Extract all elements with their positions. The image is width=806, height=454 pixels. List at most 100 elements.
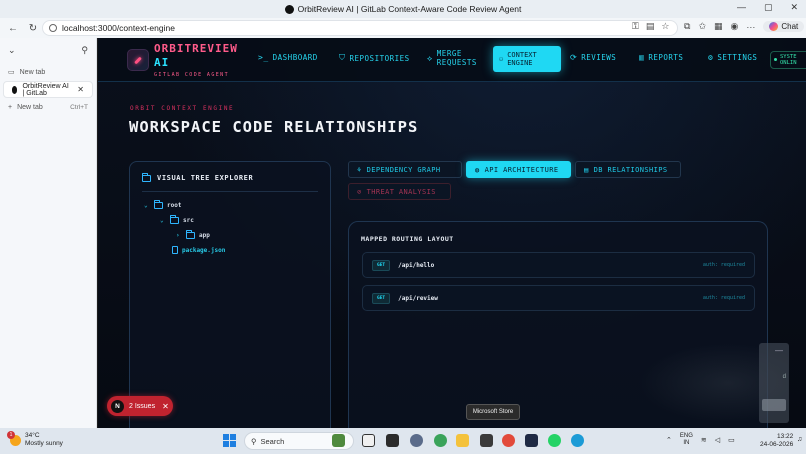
overlay-button[interactable] xyxy=(762,399,786,411)
system-status-badge: SYSTE ONLIN xyxy=(770,51,806,69)
taskbar: 1 34°C Mostly sunny ⚲ Search ⌃ ENG IN ≋ ◁ … xyxy=(0,428,806,454)
wifi-icon[interactable]: ≋ xyxy=(701,436,707,444)
tab-label: New tab xyxy=(19,68,46,76)
tree-heading: VISUAL TREE EXPLORER xyxy=(142,172,253,182)
nav-reports[interactable]: ▥ REPORTS xyxy=(639,53,683,62)
tab-threat-analysis[interactable]: ⊘ THREAT ANALYSIS xyxy=(348,183,451,200)
route-row[interactable]: GET /api/hello auth: required xyxy=(362,252,755,278)
brand-logo-icon[interactable] xyxy=(127,49,149,71)
tab-api-architecture[interactable]: ◍ API ARCHITECTURE xyxy=(466,161,571,178)
edge-dev-icon[interactable] xyxy=(434,434,447,447)
back-icon[interactable]: ← xyxy=(6,23,20,34)
tree-node-app[interactable]: › app xyxy=(176,230,210,239)
url-text: localhost:3000/context-engine xyxy=(62,23,175,33)
minimize-icon[interactable]: — xyxy=(775,346,783,355)
tree-node-root[interactable]: ⌄ root xyxy=(144,200,182,209)
tree-node-label: root xyxy=(167,202,182,209)
extensions-icon[interactable]: ⧉ xyxy=(684,21,690,32)
volume-icon[interactable]: ◁ xyxy=(715,436,720,444)
notifications-bell-icon[interactable]: ♫ xyxy=(797,436,802,443)
favorites-icon[interactable]: ✩ xyxy=(698,21,706,32)
chevron-down-icon[interactable]: ⌄ xyxy=(160,217,166,224)
weather-desc: Mostly sunny xyxy=(25,440,63,447)
reader-icon[interactable]: ▤ xyxy=(646,21,655,32)
route-row[interactable]: GET /api/review auth: required xyxy=(362,285,755,311)
maximize-icon[interactable]: ▢ xyxy=(764,2,773,13)
antigravity-icon[interactable] xyxy=(525,434,538,447)
nav-label-line1: CONTEXT xyxy=(507,51,537,59)
key-icon[interactable]: ⚿ xyxy=(632,21,639,32)
file-manager-icon[interactable] xyxy=(362,434,375,447)
nav-label-line1: MERGE xyxy=(436,49,462,58)
widgets-icon[interactable] xyxy=(332,434,345,447)
tab-label: DEPENDENCY GRAPH xyxy=(366,165,441,174)
nav-repositories[interactable]: ⛉ REPOSITORIES xyxy=(339,53,410,63)
favorite-star-icon[interactable]: ☆ xyxy=(661,21,669,32)
overlay-letter: d xyxy=(782,374,786,380)
chevron-right-icon[interactable]: › xyxy=(176,232,182,239)
whatsapp-icon[interactable] xyxy=(548,434,561,447)
tab-dependency-graph[interactable]: ⚘ DEPENDENCY GRAPH xyxy=(348,161,462,178)
edge-icon[interactable] xyxy=(571,434,584,447)
orbit-favicon-icon xyxy=(12,85,18,94)
tab-label: DB RELATIONSHIPS xyxy=(593,165,668,174)
collections-icon[interactable]: ▦ xyxy=(714,21,723,32)
battery-icon[interactable]: ▭ xyxy=(728,436,735,444)
weather-widget[interactable]: 1 34°C Mostly sunny xyxy=(7,430,63,448)
issues-indicator[interactable]: N 2 Issues ✕ xyxy=(107,396,173,416)
notification-badge: 1 xyxy=(7,430,15,439)
system-tray: ⌃ ENG IN ≋ ◁ ▭ xyxy=(666,433,735,447)
close-icon[interactable]: ✕ xyxy=(162,402,169,411)
folder-icon xyxy=(186,230,195,239)
language-indicator[interactable]: ENG IN xyxy=(680,433,693,447)
pin-panel-icon[interactable]: ⚲ xyxy=(81,45,88,56)
tree-node-src[interactable]: ⌄ src xyxy=(160,215,194,224)
chrome-icon[interactable] xyxy=(502,434,515,447)
refresh-icon[interactable]: ↻ xyxy=(26,23,40,34)
nav-merge-requests[interactable]: ⟡ MERGE REQUESTS xyxy=(427,49,477,67)
routes-heading: MAPPED ROUTING LAYOUT xyxy=(361,235,454,243)
url-input[interactable]: localhost:3000/context-engine xyxy=(42,20,678,36)
window-titlebar: OrbitReview AI | GitLab Context-Aware Co… xyxy=(0,0,806,18)
site-info-icon[interactable] xyxy=(49,24,57,32)
chevron-down-icon[interactable]: ⌄ xyxy=(144,202,150,209)
alert-icon: ⊘ xyxy=(357,187,362,196)
tree-node-label: package.json xyxy=(182,246,226,254)
nav-dashboard[interactable]: >_ DASHBOARD xyxy=(258,53,318,62)
copilot-chat-button[interactable]: Chat xyxy=(763,21,805,32)
address-bar: ← ↻ localhost:3000/context-engine ⚿ ▤ ☆ … xyxy=(0,18,806,38)
route-path: /api/hello xyxy=(398,261,435,269)
more-menu-icon[interactable]: ··· xyxy=(746,22,755,32)
refresh-icon: ⟳ xyxy=(570,53,578,62)
terminal-app-icon[interactable] xyxy=(386,434,399,447)
chevron-up-icon[interactable]: ⌃ xyxy=(666,436,672,444)
folder-app-icon[interactable] xyxy=(456,434,469,447)
nav-label-line2: REQUESTS xyxy=(436,58,477,67)
shield-icon: ⛉ xyxy=(339,53,346,62)
close-tab-icon[interactable]: ✕ xyxy=(77,85,84,94)
new-tab-button[interactable]: + New tab Ctrl+T xyxy=(0,98,96,116)
page-eyebrow: ORBIT CONTEXT ENGINE xyxy=(130,105,235,112)
tab-item-new-tab-1[interactable]: ▭ New tab xyxy=(0,63,96,81)
nav-settings[interactable]: ⚙ SETTINGS xyxy=(708,53,757,62)
windows-start-icon[interactable] xyxy=(223,434,236,447)
clock[interactable]: 13:22 24-06-2026 xyxy=(760,433,793,449)
overlay-card[interactable]: — d xyxy=(759,343,789,423)
network-icon: ⚇ xyxy=(499,55,504,63)
tab-db-relationships[interactable]: ▤ DB RELATIONSHIPS xyxy=(575,161,681,178)
profile-avatar-icon[interactable]: ◉ xyxy=(731,21,739,32)
close-window-icon[interactable]: ✕ xyxy=(790,2,798,13)
nav-reviews[interactable]: ⟳ REVIEWS xyxy=(570,53,616,62)
tree-node-package-json[interactable]: package.json xyxy=(172,246,225,254)
globe-icon: ◍ xyxy=(475,165,480,174)
tabs-collapse-chevron-icon[interactable]: ⌄ xyxy=(8,45,16,56)
tab-item-orbitreview[interactable]: OrbitReview AI | GitLab ✕ xyxy=(3,81,93,98)
settings-app-icon[interactable] xyxy=(410,434,423,447)
minimize-icon[interactable]: — xyxy=(737,2,746,13)
nav-context-engine[interactable]: ⚇ CONTEXT ENGINE xyxy=(493,46,561,72)
brand-tagline: GITLAB CODE AGENT xyxy=(154,72,229,78)
route-path: /api/review xyxy=(398,294,438,302)
window-title: OrbitReview AI | GitLab Context-Aware Co… xyxy=(0,4,806,14)
tree-explorer-panel: VISUAL TREE EXPLORER ⌄ root ⌄ src › app … xyxy=(129,161,331,428)
store-icon[interactable] xyxy=(480,434,493,447)
